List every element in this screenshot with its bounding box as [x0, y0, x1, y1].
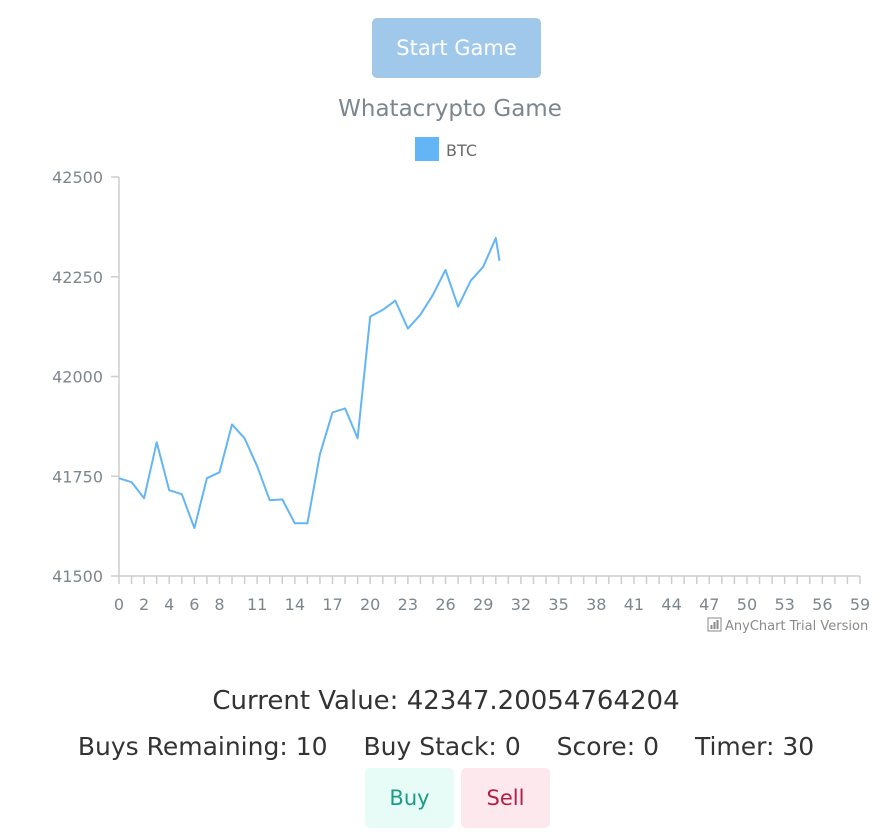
score-value: 0: [643, 732, 659, 761]
price-chart: Whatacrypto Game BTC 4150041750420004225…: [52, 96, 870, 634]
x-axis: 0 2 4 6 8 11 14 17 20 23 26 29 32 35 38 41 44 47 50 53 56 59: [114, 575, 870, 614]
x-tick-label: 38: [586, 595, 606, 614]
chart-title: Whatacrypto Game: [338, 96, 562, 122]
x-tick-label: 26: [435, 595, 455, 614]
x-tick-label: 6: [189, 595, 199, 614]
y-tick-label: 42250: [52, 268, 103, 287]
y-tick-label: 41500: [52, 567, 103, 586]
x-tick-label: 47: [699, 595, 719, 614]
buys-remaining-stat: Buys Remaining: 10: [78, 732, 328, 761]
watermark-text: AnyChart Trial Version: [725, 619, 868, 634]
x-tick-label: 4: [164, 595, 174, 614]
x-tick-label: 2: [139, 595, 149, 614]
x-tick-label: 41: [624, 595, 644, 614]
x-tick-label: 11: [247, 595, 267, 614]
x-tick-label: 32: [511, 595, 531, 614]
sell-button[interactable]: Sell: [461, 768, 550, 828]
legend-label[interactable]: BTC: [446, 141, 477, 160]
series-layer: [118, 237, 501, 530]
x-tick-label: 17: [322, 595, 342, 614]
x-tick-label: 14: [285, 595, 305, 614]
chart-bars-icon: [707, 617, 722, 632]
current-value-label: Current Value:: [212, 686, 399, 716]
y-tick-label: 42500: [52, 168, 103, 187]
y-axis: 41500 41750 42000 42250 42500: [52, 168, 120, 586]
buy-button[interactable]: Buy: [365, 768, 454, 828]
current-value-line: Current Value: 42347.20054764204: [0, 684, 892, 718]
game-status-line: Buys Remaining: 10 Buy Stack: 0 Score: 0…: [0, 730, 892, 764]
score-label: Score:: [556, 732, 636, 761]
series-line-btc[interactable]: [118, 237, 501, 530]
x-tick-label: 44: [661, 595, 681, 614]
timer-value: 30: [782, 732, 815, 761]
x-tick-label: 56: [812, 595, 832, 614]
buy-stack-stat: Buy Stack: 0: [363, 732, 520, 761]
start-game-button[interactable]: Start Game: [372, 18, 541, 78]
score-stat: Score: 0: [557, 732, 659, 761]
current-value: 42347.20054764204: [406, 686, 680, 716]
watermark: AnyChart Trial Version: [707, 617, 868, 634]
x-tick-label: 0: [114, 595, 124, 614]
buys-remaining-label: Buys Remaining:: [77, 732, 288, 761]
x-tick-label: 53: [774, 595, 794, 614]
legend-swatch[interactable]: [415, 137, 439, 161]
x-tick-label: 20: [360, 595, 380, 614]
x-tick-label: 29: [473, 595, 493, 614]
x-tick-label: 23: [398, 595, 418, 614]
timer-stat: Timer: 30: [695, 732, 814, 761]
x-tick-label: 8: [214, 595, 224, 614]
x-tick-label: 35: [548, 595, 568, 614]
x-tick-label: 50: [737, 595, 757, 614]
y-tick-label: 41750: [52, 467, 103, 486]
buys-remaining-value: 10: [295, 732, 328, 761]
buy-stack-label: Buy Stack:: [363, 732, 497, 761]
timer-label: Timer:: [694, 732, 775, 761]
y-tick-label: 42000: [52, 368, 103, 387]
buy-stack-value: 0: [504, 732, 521, 761]
x-tick-label: 59: [850, 595, 870, 614]
